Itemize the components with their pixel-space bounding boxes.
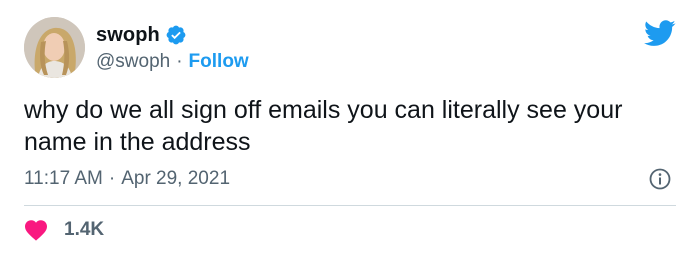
tweet-time[interactable]: 11:17 AM <box>24 168 103 190</box>
tweet-date[interactable]: Apr 29, 2021 <box>121 168 230 190</box>
user-handle[interactable]: @swoph <box>96 51 170 73</box>
follow-button[interactable]: Follow <box>189 51 249 73</box>
name-row: swoph <box>96 22 187 48</box>
handle-row: @swoph · Follow <box>96 50 249 74</box>
tweet-timestamp[interactable]: 11:17 AM · Apr 29, 2021 <box>24 167 230 191</box>
info-icon[interactable] <box>648 167 672 191</box>
twitter-bird-icon[interactable] <box>644 20 676 47</box>
separator: · <box>108 168 116 189</box>
separator: · <box>176 51 183 72</box>
heart-icon[interactable] <box>24 219 48 241</box>
verified-badge-icon <box>165 24 187 46</box>
tweet-text: why do we all sign off emails you can li… <box>24 96 623 156</box>
display-name[interactable]: swoph <box>96 24 160 47</box>
divider <box>24 205 676 206</box>
avatar[interactable] <box>24 17 85 78</box>
tweet-card: swoph @swoph · Follow why do we all sign… <box>0 0 700 257</box>
like-button[interactable]: 1.4K <box>24 218 104 242</box>
like-count: 1.4K <box>64 219 105 240</box>
